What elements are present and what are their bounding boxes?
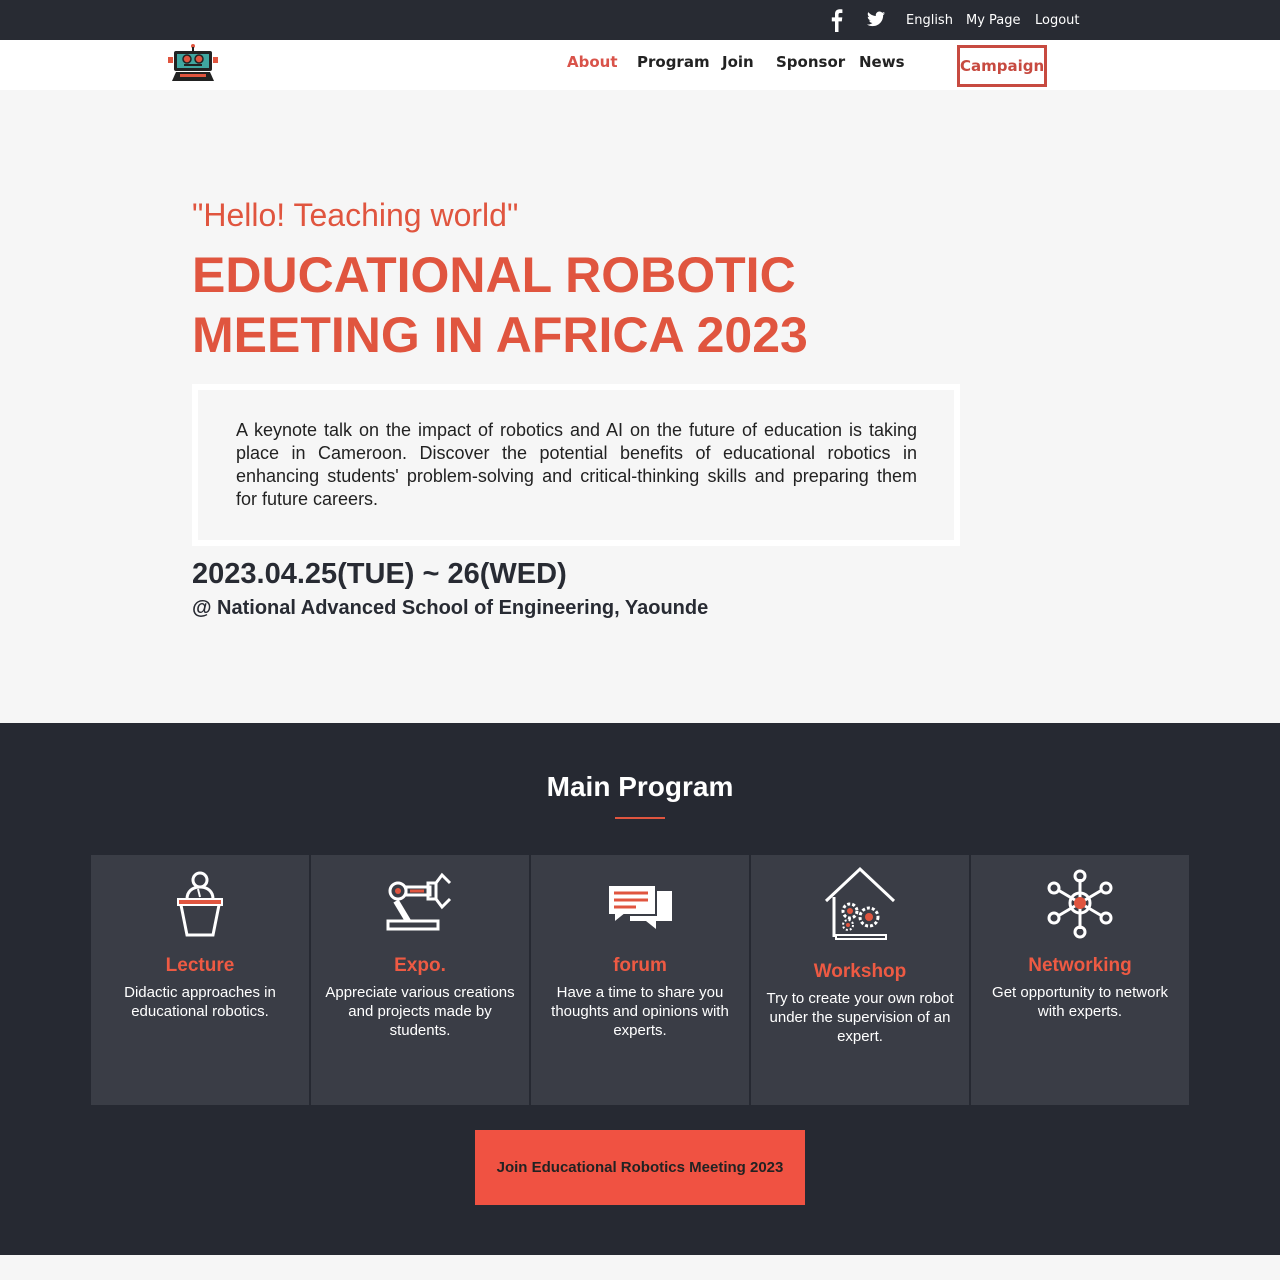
main-program-section: Main Program Lecture Didactic approaches… <box>0 723 1280 1255</box>
hero-section: "Hello! Teaching world" EDUCATIONAL ROBO… <box>0 90 1280 723</box>
top-utility-bar: English My Page Logout <box>0 0 1280 40</box>
workshop-icon <box>824 866 896 940</box>
facebook-icon[interactable] <box>828 8 844 32</box>
card-title: Lecture <box>165 955 235 976</box>
twitter-icon[interactable] <box>867 11 885 27</box>
footer-strip <box>0 1255 1280 1280</box>
card-text: Didactic approaches in educational robot… <box>124 984 276 1020</box>
program-card-forum[interactable]: forum Have a time to share you thoughts … <box>531 855 749 1105</box>
hero-title-line1: EDUCATIONAL ROBOTIC <box>192 247 796 303</box>
hero-tagline: "Hello! Teaching world" <box>192 197 519 233</box>
card-title: Networking <box>1028 955 1132 976</box>
event-venue: @ National Advanced School of Engineerin… <box>192 597 709 619</box>
program-card-lecture[interactable]: Lecture Didactic approaches in education… <box>91 855 309 1105</box>
description-box: A keynote talk on the impact of robotics… <box>192 384 960 546</box>
nav-about[interactable]: About <box>567 53 618 71</box>
chat-icon <box>607 884 672 929</box>
nav-sponsor[interactable]: Sponsor <box>776 53 845 71</box>
hero-description: A keynote talk on the impact of robotics… <box>236 420 917 509</box>
network-icon <box>1047 869 1113 939</box>
section-title: Main Program <box>546 771 734 802</box>
nav-join[interactable]: Join <box>722 53 754 71</box>
hero-title-line2: MEETING IN AFRICA 2023 <box>192 307 808 363</box>
robot-arm-icon <box>386 872 452 931</box>
card-text: Have a time to share you thoughts and op… <box>551 984 729 1039</box>
event-date: 2023.04.25(TUE) ~ 26(WED) <box>192 558 567 590</box>
join-meeting-button[interactable]: Join Educational Robotics Meeting 2023 <box>475 1130 805 1205</box>
card-text: Get opportunity to network with experts. <box>992 984 1168 1020</box>
main-nav: About Program Join Sponsor News Campaign <box>0 40 1280 90</box>
nav-news[interactable]: News <box>859 53 905 71</box>
lecture-icon <box>177 871 223 937</box>
logout-link[interactable]: Logout <box>1035 13 1080 28</box>
card-text: Appreciate various creations and project… <box>325 984 515 1039</box>
card-title: forum <box>613 955 667 976</box>
my-page-link[interactable]: My Page <box>966 13 1021 28</box>
program-card-workshop[interactable]: Workshop Try to create your own robot un… <box>751 855 969 1105</box>
card-text: Try to create your own robot under the s… <box>766 990 954 1045</box>
campaign-button[interactable]: Campaign <box>957 45 1047 87</box>
hero-title: EDUCATIONAL ROBOTIC MEETING IN AFRICA 20… <box>192 245 952 365</box>
program-card-networking[interactable]: Networking Get opportunity to network wi… <box>971 855 1189 1105</box>
nav-program[interactable]: Program <box>637 53 710 71</box>
title-underline <box>615 817 665 819</box>
language-link[interactable]: English <box>906 13 953 28</box>
card-title: Workshop <box>813 961 907 982</box>
program-card-expo[interactable]: Expo. Appreciate various creations and p… <box>311 855 529 1105</box>
robot-logo-icon[interactable] <box>166 43 220 83</box>
card-title: Expo. <box>394 955 446 976</box>
